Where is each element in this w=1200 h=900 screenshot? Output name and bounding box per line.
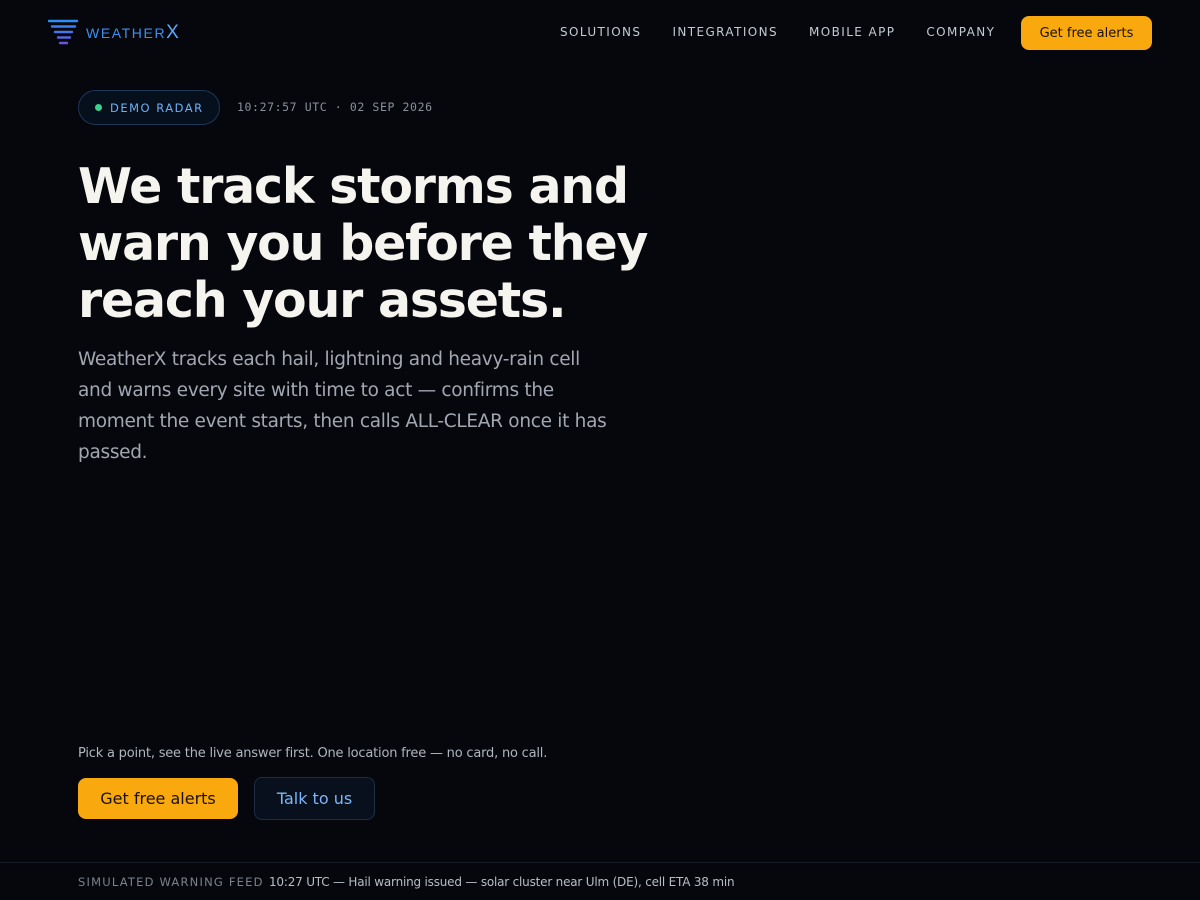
nav-company[interactable]: COMPANY xyxy=(926,25,995,39)
hero-headline: We track storms and warn you before they… xyxy=(78,158,648,329)
badge-label: DEMO RADAR xyxy=(110,100,204,115)
hero-subtext: WeatherX tracks each hail, lightning and… xyxy=(78,349,607,463)
live-status-dot xyxy=(95,104,102,111)
main-nav: SOLUTIONS INTEGRATIONS MOBILE APP COMPAN… xyxy=(560,25,995,39)
radar-timestamp: 10:27:57 UTC · 02 SEP 2026 xyxy=(237,100,433,114)
landing-page: WEATHERX SOLUTIONS INTEGRATIONS MOBILE A… xyxy=(0,0,1200,900)
wind-lines-icon xyxy=(48,18,80,48)
nav-integrations[interactable]: INTEGRATIONS xyxy=(672,25,778,39)
nav-mobile-app[interactable]: MOBILE APP xyxy=(809,25,895,39)
get-free-alerts-button[interactable]: Get free alerts xyxy=(78,778,238,819)
nav-solutions[interactable]: SOLUTIONS xyxy=(560,25,641,39)
demo-radar-badge: DEMO RADAR xyxy=(78,90,220,125)
feed-message: 10:27 UTC — Hail warning issued — solar … xyxy=(269,875,735,889)
header-get-alerts-button[interactable]: Get free alerts xyxy=(1021,16,1152,50)
warning-feed-bar: SIMULATED WARNING FEED 10:27 UTC — Hail … xyxy=(0,862,1200,900)
feed-label: SIMULATED WARNING FEED xyxy=(78,875,264,889)
weatherx-logo[interactable]: WEATHERX xyxy=(48,18,179,48)
cta-note: Pick a point, see the live answer first.… xyxy=(78,746,548,761)
brand-name-suffix: X xyxy=(166,22,179,43)
brand-name-prefix: WEATHER xyxy=(86,25,167,41)
talk-to-us-button[interactable]: Talk to us xyxy=(254,777,375,820)
brand-name: WEATHERX xyxy=(86,22,179,44)
